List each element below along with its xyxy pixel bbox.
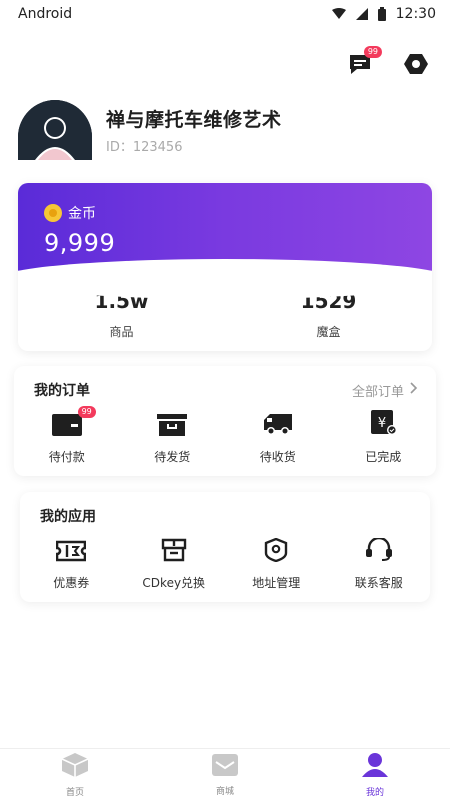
order-label: 待收货	[259, 450, 296, 464]
location-icon	[263, 537, 289, 566]
tab-label: 我的	[365, 787, 384, 798]
mail-icon	[211, 753, 239, 781]
tab-home[interactable]: 首页	[25, 752, 125, 798]
wallet-card: 金币 9,999 1.5w 商品 1529 魔盒	[18, 183, 432, 351]
truck-icon	[262, 412, 294, 440]
completed-icon: ¥	[369, 410, 398, 440]
tab-mall[interactable]: 商城	[175, 753, 275, 797]
stat-label: 魔盒	[316, 325, 341, 339]
svg-text:¥: ¥	[378, 416, 386, 431]
coin-label: 金币	[68, 206, 96, 222]
tab-label: 商城	[215, 786, 234, 797]
all-orders-link[interactable]: 全部订单	[352, 381, 418, 400]
wallet-icon	[51, 414, 82, 440]
app-coupons[interactable]: 优惠券	[21, 540, 121, 591]
carrier-label: Android	[18, 6, 73, 22]
profile-info: 禅与摩托车维修艺术 ID：123456	[106, 105, 282, 155]
orders-card: 我的订单 全部订单 99 待付款 待发货 待收货 ¥ 已完成	[14, 366, 436, 476]
all-orders-label: 全部订单	[351, 384, 404, 400]
header-actions: 99	[346, 46, 430, 80]
coupon-icon	[55, 540, 87, 566]
coin-value: 9,999	[44, 229, 116, 257]
app-label: 优惠券	[53, 576, 90, 590]
order-label: 待发货	[154, 450, 191, 464]
settings-button[interactable]	[402, 52, 430, 80]
profile-section[interactable]: 禅与摩托车维修艺术 ID：123456	[18, 100, 282, 160]
user-icon	[361, 752, 389, 782]
coin-icon	[44, 204, 62, 222]
wifi-icon	[331, 8, 346, 20]
apps-card: 我的应用 优惠券 CDkey兑换 地址管理 联系客服	[20, 492, 430, 602]
gift-box-icon	[161, 538, 187, 566]
cube-icon	[61, 752, 89, 782]
signal-icon	[355, 8, 368, 20]
app-cdkey-redeem[interactable]: CDkey兑换	[124, 538, 224, 591]
order-label: 已完成	[365, 450, 402, 464]
order-completed[interactable]: ¥ 已完成	[333, 410, 433, 465]
order-pending-shipment[interactable]: 待发货	[122, 414, 222, 465]
tab-mine[interactable]: 我的	[325, 752, 425, 798]
profile-name: 禅与摩托车维修艺术	[106, 109, 282, 131]
stat-label: 商品	[109, 325, 134, 339]
app-address-management[interactable]: 地址管理	[226, 537, 326, 591]
headset-icon	[364, 536, 394, 566]
order-label: 待付款	[48, 450, 85, 464]
app-label: CDkey兑换	[142, 576, 206, 590]
package-icon	[157, 414, 188, 440]
orders-title: 我的订单	[34, 383, 90, 399]
app-label: 地址管理	[252, 576, 301, 590]
status-icons: 12:30	[331, 6, 436, 22]
avatar[interactable]	[18, 100, 92, 160]
settings-icon	[404, 53, 428, 79]
clock-time: 12:30	[395, 6, 436, 22]
app-label: 联系客服	[354, 576, 403, 590]
status-bar: Android 12:30	[0, 0, 450, 28]
messages-button[interactable]: 99	[346, 46, 382, 80]
coin-panel[interactable]: 金币 9,999	[18, 183, 432, 299]
battery-icon	[377, 7, 386, 21]
bottom-tab-bar: 首页 商城 我的	[0, 748, 450, 800]
order-pending-payment[interactable]: 99 待付款	[17, 406, 117, 465]
order-badge: 99	[77, 406, 96, 418]
message-badge: 99	[363, 46, 382, 58]
app-customer-service[interactable]: 联系客服	[329, 536, 429, 591]
order-pending-receipt[interactable]: 待收货	[228, 414, 328, 465]
apps-title: 我的应用	[40, 509, 96, 525]
profile-id: ID：123456	[106, 140, 183, 155]
tab-label: 首页	[65, 787, 84, 798]
chevron-right-icon	[410, 382, 418, 398]
